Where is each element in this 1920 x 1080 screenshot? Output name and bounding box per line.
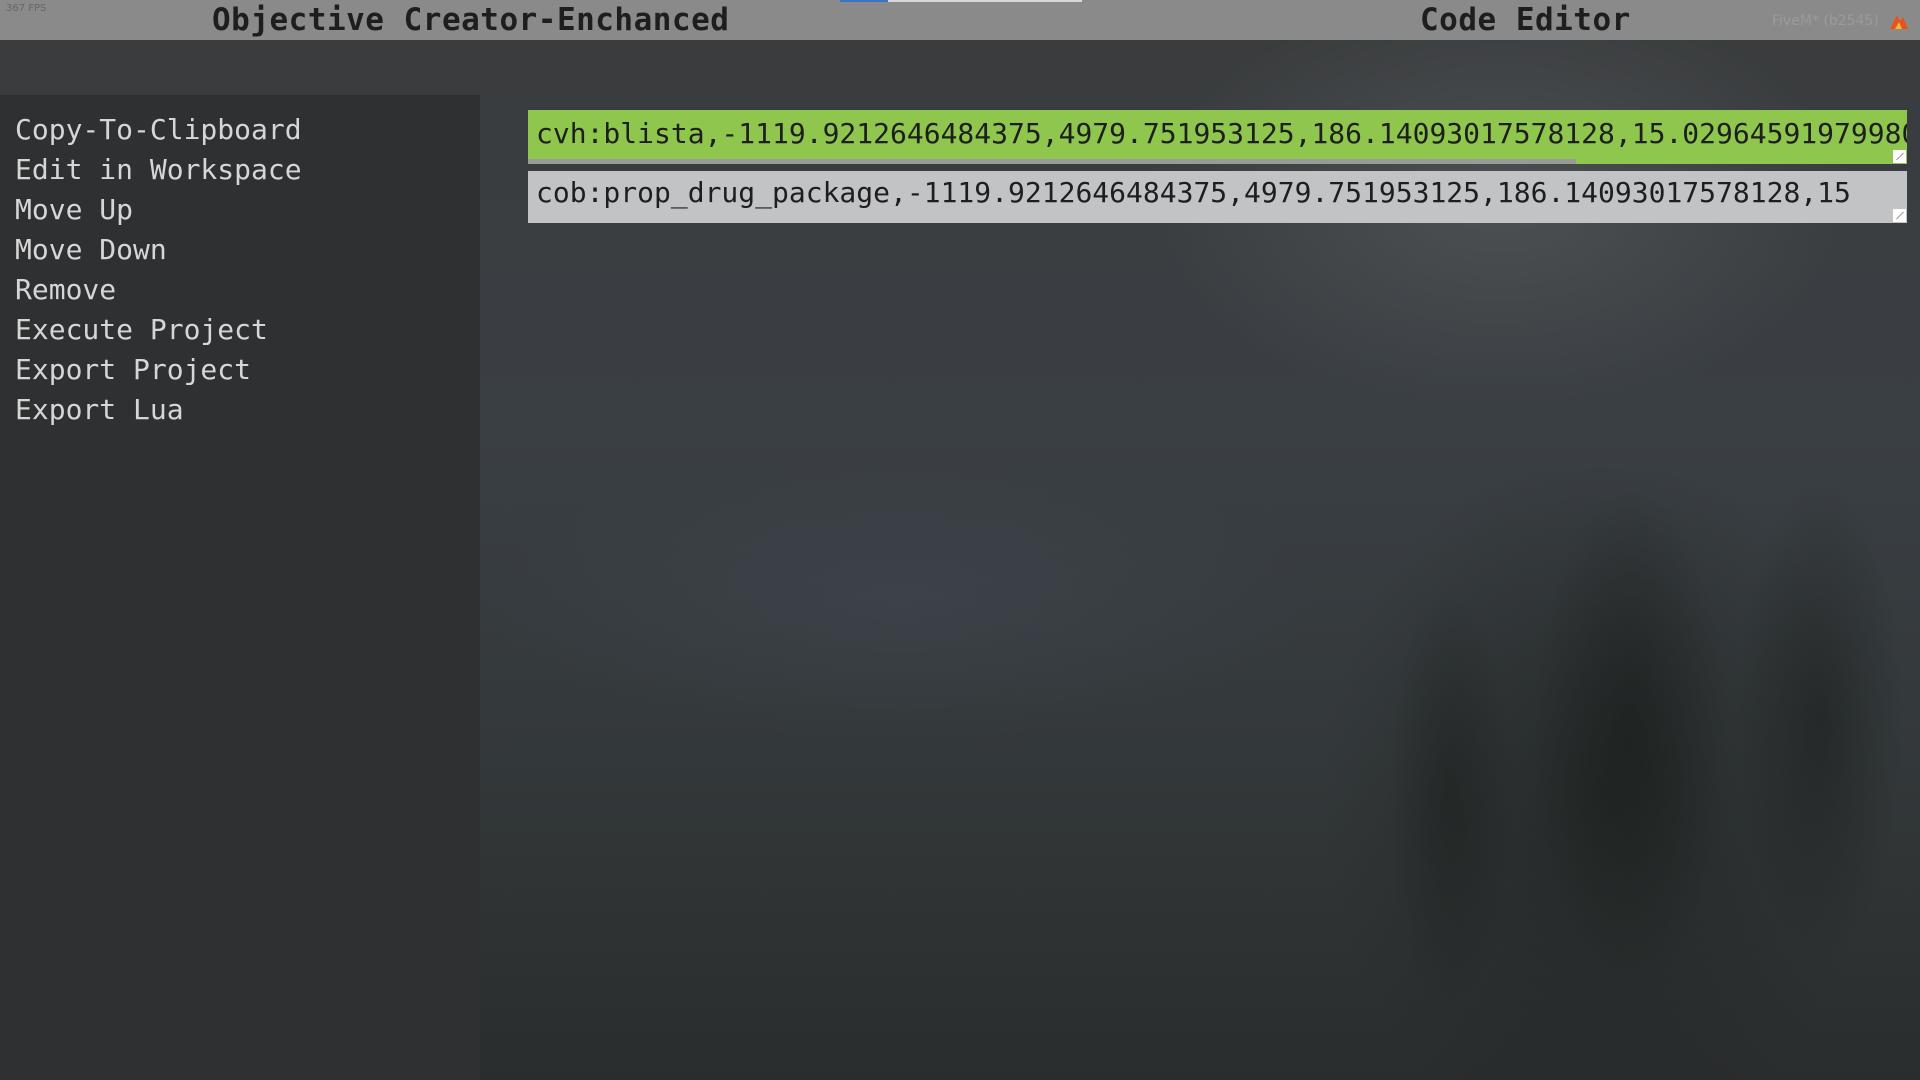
app-title: Objective Creator-Enchanced [212,2,730,38]
code-line[interactable]: cob:prop_drug_package,-1119.921264648437… [528,171,1907,223]
code-line-text: cvh:blista,-1119.9212646484375,4979.7519… [536,117,1907,150]
resize-handle-icon[interactable] [1893,209,1906,222]
menu-list: Copy-To-Clipboard Edit in Workspace Move… [0,95,480,430]
background-trees [1300,380,1920,1080]
menu-item-execute-project[interactable]: Execute Project [15,310,480,350]
menu-item-move-up[interactable]: Move Up [15,190,480,230]
fivem-build-label: FiveM* (b2545) [1772,13,1879,29]
code-line-selected[interactable]: cvh:blista,-1119.9212646484375,4979.7519… [528,110,1907,164]
menu-item-move-down[interactable]: Move Down [15,230,480,270]
fivem-logo-icon [1890,15,1908,29]
menu-item-edit-in-workspace[interactable]: Edit in Workspace [15,150,480,190]
horizontal-scrollbar[interactable] [528,159,1907,164]
fps-counter: 367 FPS [6,3,47,14]
title-bar: 367 FPS Objective Creator-Enchanced Code… [0,0,1920,40]
resize-handle-icon[interactable] [1893,150,1906,163]
context-menu: Copy-To-Clipboard Edit in Workspace Move… [0,95,480,1080]
code-editor: cvh:blista,-1119.9212646484375,4979.7519… [528,110,1907,223]
titlebar-tab-indicator [888,0,1082,2]
panel-title: Code Editor [1420,2,1631,38]
scrollbar-thumb[interactable] [528,159,1577,164]
menu-item-remove[interactable]: Remove [15,270,480,310]
titlebar-tab-indicator-active [840,0,888,2]
menu-item-copy-to-clipboard[interactable]: Copy-To-Clipboard [15,110,480,150]
code-line-text: cob:prop_drug_package,-1119.921264648437… [536,176,1851,209]
menu-item-export-lua[interactable]: Export Lua [15,390,480,430]
menu-item-export-project[interactable]: Export Project [15,350,480,390]
